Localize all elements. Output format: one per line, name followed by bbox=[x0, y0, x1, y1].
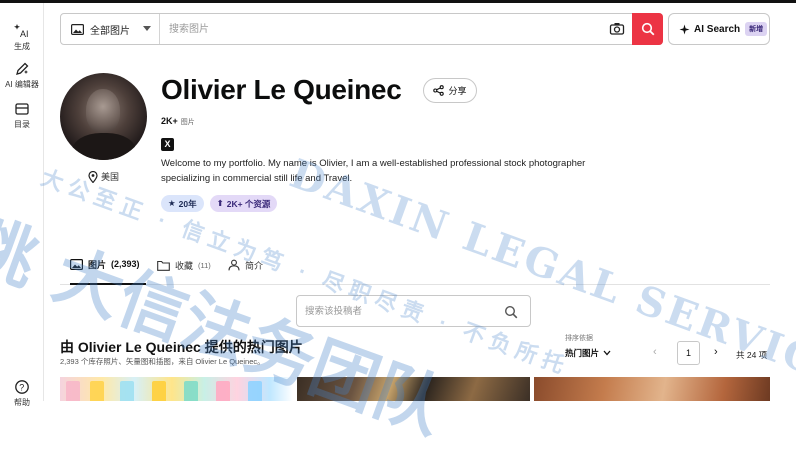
result-thumbnail[interactable] bbox=[534, 377, 770, 401]
avatar bbox=[60, 73, 147, 160]
share-label: 分享 bbox=[448, 86, 467, 96]
sort-label: 排序依据 bbox=[565, 335, 593, 342]
help-icon: ? bbox=[14, 379, 30, 395]
left-rail: AI 生成 AI 编辑器 目录 ? 帮助 bbox=[0, 3, 44, 407]
upload-icon: ⬆ bbox=[216, 198, 224, 208]
search-input[interactable] bbox=[169, 18, 599, 40]
rail-item-generate[interactable]: AI 生成 bbox=[0, 23, 44, 52]
catalog-icon bbox=[14, 101, 30, 117]
image-icon bbox=[71, 23, 84, 35]
tab-about[interactable]: 简介 bbox=[228, 245, 263, 285]
rail-label-generate: 生成 bbox=[14, 42, 30, 51]
result-thumbnail[interactable] bbox=[60, 377, 293, 401]
contributor-name: Olivier Le Queinec bbox=[161, 74, 402, 105]
image-count: 2K+ 图片 bbox=[161, 116, 195, 127]
pager-page-input[interactable]: 1 bbox=[677, 341, 700, 365]
category-select[interactable]: 全部图片 bbox=[61, 14, 160, 44]
pencil-icon bbox=[14, 61, 30, 77]
sort-control[interactable]: 排序依据 热门图片 bbox=[565, 333, 611, 359]
image-count-unit: 图片 bbox=[180, 119, 195, 126]
image-count-value: 2K+ bbox=[161, 116, 178, 126]
profile-tabs: 图片 (2,393) 收藏 (11) 简介 bbox=[60, 245, 770, 285]
search-button[interactable] bbox=[632, 13, 663, 45]
rail-item-help[interactable]: ? 帮助 bbox=[0, 379, 44, 408]
camera-search-icon[interactable] bbox=[608, 20, 626, 38]
bio: Welcome to my portfolio. My name is Oliv… bbox=[161, 158, 586, 184]
share-icon bbox=[433, 85, 445, 96]
rail-item-ai-editor[interactable]: AI 编辑器 bbox=[0, 61, 44, 90]
location-text: 美国 bbox=[101, 172, 120, 182]
sort-select[interactable]: 热门图片 bbox=[565, 347, 611, 359]
pager-next-icon[interactable]: › bbox=[714, 346, 718, 358]
pager-prev-icon[interactable]: ‹ bbox=[653, 346, 657, 358]
location: 美国 bbox=[88, 170, 119, 183]
top-border bbox=[0, 0, 796, 3]
new-badge: 新增 bbox=[745, 22, 768, 36]
svg-text:?: ? bbox=[19, 383, 24, 393]
svg-text:AI: AI bbox=[20, 29, 29, 39]
category-select-value: 全部图片 bbox=[90, 25, 130, 37]
years-badge: ★ 20年 bbox=[161, 195, 204, 212]
sparkle-icon bbox=[679, 24, 690, 35]
pager-total: 共 24 项 bbox=[736, 350, 768, 360]
contributor-search-input[interactable] bbox=[305, 302, 495, 320]
contributor-search bbox=[296, 295, 531, 327]
x-social-icon[interactable]: X bbox=[161, 138, 174, 151]
ai-sparkle-icon: AI bbox=[14, 23, 30, 39]
location-pin-icon bbox=[88, 170, 98, 183]
chevron-down-icon bbox=[603, 350, 611, 356]
rail-label-help: 帮助 bbox=[14, 398, 30, 407]
assets-badge: ⬆ 2K+ 个资源 bbox=[209, 195, 278, 212]
user-icon bbox=[228, 259, 240, 271]
result-thumbnail[interactable] bbox=[297, 377, 530, 401]
image-icon bbox=[70, 258, 83, 270]
profile-badges: ★ 20年 ⬆ 2K+ 个资源 bbox=[161, 195, 278, 212]
tab-collections[interactable]: 收藏 (11) bbox=[157, 245, 211, 285]
star-icon: ★ bbox=[168, 198, 176, 208]
tab-images[interactable]: 图片 (2,393) bbox=[70, 245, 146, 285]
chevron-down-icon bbox=[143, 26, 151, 31]
search-icon[interactable] bbox=[504, 305, 518, 319]
ai-search-button[interactable]: AI Search 新增 bbox=[668, 13, 770, 45]
rail-label-ai-editor: AI 编辑器 bbox=[5, 80, 39, 89]
search-bar: 全部图片 bbox=[60, 13, 663, 45]
rail-label-catalog: 目录 bbox=[14, 120, 30, 129]
ai-search-label: AI Search bbox=[694, 23, 741, 35]
folder-icon bbox=[157, 260, 170, 271]
section-title: 由 Olivier Le Queinec 提供的热门图片 bbox=[60, 339, 303, 355]
search-icon bbox=[641, 22, 655, 36]
share-button[interactable]: 分享 bbox=[423, 78, 477, 103]
rail-item-catalog[interactable]: 目录 bbox=[0, 101, 44, 130]
section-subtitle: 2,393 个库存照片、矢量图和插图，来自 Olivier Le Queinec… bbox=[60, 357, 265, 366]
